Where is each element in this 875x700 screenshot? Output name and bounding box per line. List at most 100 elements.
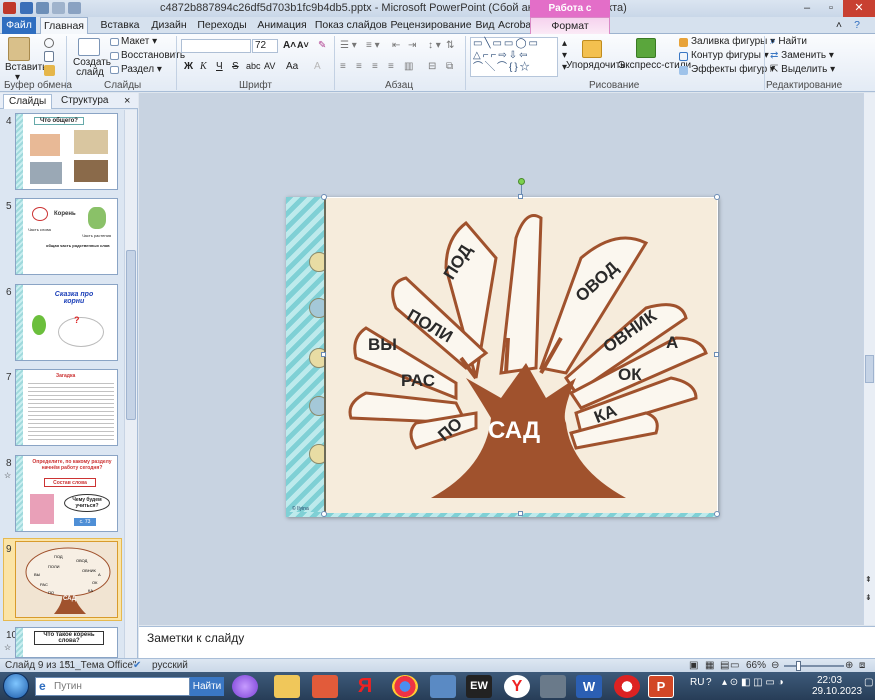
columns-icon[interactable]: ▥: [404, 61, 413, 72]
align-right-icon[interactable]: ≡: [372, 61, 378, 72]
zoom-in-icon[interactable]: ⊕: [845, 659, 853, 673]
search-button[interactable]: Найти: [190, 677, 224, 696]
slide-thumbnail-8[interactable]: Определите, по какому разделу начнём раб…: [15, 455, 118, 532]
tab-slideshow[interactable]: Показ слайдов: [313, 17, 389, 34]
spellcheck-icon[interactable]: ✔: [133, 659, 141, 673]
numbering-icon[interactable]: ≡ ▾: [366, 40, 380, 51]
chrome-icon[interactable]: [392, 675, 418, 698]
notes-pane[interactable]: [139, 626, 875, 658]
minimize-ribbon-icon[interactable]: ˄: [832, 17, 846, 34]
search-input[interactable]: e Путин: [35, 677, 190, 696]
resize-handle-tl[interactable]: [321, 194, 327, 200]
copy-icon[interactable]: [44, 51, 54, 62]
word-icon[interactable]: W: [576, 675, 602, 698]
font-name-field[interactable]: [181, 39, 251, 53]
rotation-handle[interactable]: [518, 178, 525, 185]
slide-thumbnail-7[interactable]: Загадка: [15, 369, 118, 446]
text-direction-icon[interactable]: ⇅: [446, 40, 454, 51]
text-shadow-button[interactable]: abc: [246, 61, 261, 71]
resize-handle-l[interactable]: [321, 352, 326, 357]
underline-button[interactable]: Ч: [216, 61, 223, 72]
tab-view[interactable]: Вид: [473, 17, 497, 34]
photos-icon[interactable]: [430, 675, 456, 698]
tab-format[interactable]: Формат: [530, 17, 610, 34]
slides-pane-scrollbar[interactable]: [124, 110, 137, 658]
tray-icons[interactable]: ▴ ⊙ ◧ ◫ ▭ ◑: [722, 677, 784, 688]
minimize-button[interactable]: –: [795, 0, 819, 17]
italic-button[interactable]: К: [200, 61, 207, 72]
strikethrough-button[interactable]: S: [232, 61, 239, 72]
powerpoint-app-icon[interactable]: [3, 2, 16, 14]
input-language[interactable]: RU: [690, 677, 704, 688]
zoom-slider[interactable]: [784, 661, 844, 671]
tab-animation[interactable]: Анимация: [252, 17, 312, 34]
scrollbar-thumb[interactable]: [865, 355, 874, 383]
slide-thumbnail-9[interactable]: САД ПОД ОВОД ПОЛИ ВЫ ОВНИК А РАС ОК ПО К…: [15, 541, 118, 618]
ew-app-icon[interactable]: EW: [466, 675, 492, 698]
powerpoint-taskbar-icon[interactable]: P: [648, 675, 674, 698]
tab-acrobat[interactable]: Acrobat: [498, 17, 534, 34]
save-icon[interactable]: [20, 2, 33, 14]
align-left-icon[interactable]: ≡: [340, 61, 346, 72]
undo-icon[interactable]: [36, 2, 49, 14]
resize-handle-tr[interactable]: [714, 194, 720, 200]
slide-thumbnail-5[interactable]: Корень Часть слова Часть растения общая …: [15, 198, 118, 275]
notes-placeholder[interactable]: Заметки к слайду: [147, 631, 244, 645]
scrollbar-thumb[interactable]: [126, 250, 136, 420]
tab-file[interactable]: Файл: [2, 17, 36, 34]
slideshow-view-icon[interactable]: ▭: [730, 659, 739, 673]
decrease-indent-icon[interactable]: ⇤: [392, 40, 400, 51]
tab-insert[interactable]: Вставка: [95, 17, 145, 34]
redo-icon[interactable]: [52, 2, 65, 14]
font-size-field[interactable]: 72: [252, 39, 278, 53]
start-button[interactable]: [3, 673, 29, 699]
bullets-icon[interactable]: ☰ ▾: [340, 40, 357, 51]
slide-sorter-icon[interactable]: ▦: [705, 659, 714, 673]
font-color-button[interactable]: A: [314, 61, 321, 72]
zoom-out-icon[interactable]: ⊖: [771, 659, 779, 673]
grow-font-icon[interactable]: A˄: [283, 40, 296, 51]
slide-area-scrollbar[interactable]: ⇞ ⇟: [863, 93, 875, 625]
slide-thumbnail-10[interactable]: Что такое корень слова?: [15, 627, 118, 658]
shape-effects-button[interactable]: Эффекты фигур ▾: [691, 64, 775, 75]
resize-handle-br[interactable]: [714, 511, 720, 517]
paste-icon[interactable]: [8, 37, 30, 61]
zoom-slider-thumb[interactable]: [796, 661, 801, 671]
zoom-level[interactable]: 66%: [746, 659, 766, 673]
previous-slide-icon[interactable]: ⇞: [865, 575, 872, 584]
shapes-gallery[interactable]: ▭╲▭▭◯▭ △⌐⌐⇨⇩⇦ ⌒╲⌒{}☆: [470, 37, 558, 77]
align-text-icon[interactable]: ⊟: [428, 61, 436, 72]
tab-transitions[interactable]: Переходы: [193, 17, 251, 34]
slide-thumbnail-4[interactable]: Что общего?: [15, 113, 118, 190]
layout-button[interactable]: Макет ▾: [121, 36, 157, 47]
bold-button[interactable]: Ж: [184, 61, 193, 72]
notification-icon[interactable]: ▢: [864, 677, 873, 688]
tab-outline[interactable]: Структура: [56, 94, 113, 109]
help-icon[interactable]: ?: [850, 17, 864, 34]
language[interactable]: русский: [152, 659, 188, 673]
window-app-icon[interactable]: [540, 675, 566, 698]
slideshow-from-start-icon[interactable]: [68, 2, 81, 14]
increase-indent-icon[interactable]: ⇥: [408, 40, 416, 51]
fit-to-window-icon[interactable]: ⧈: [859, 659, 865, 673]
theme-name[interactable]: "1_Тема Office": [66, 659, 136, 673]
close-window-button[interactable]: ✕: [843, 0, 875, 17]
opera-icon[interactable]: [614, 675, 640, 698]
align-center-icon[interactable]: ≡: [356, 61, 362, 72]
alice-icon[interactable]: [232, 675, 258, 698]
tab-slides[interactable]: Слайды: [3, 94, 53, 109]
new-slide-icon[interactable]: [78, 38, 100, 56]
resize-handle-t[interactable]: [518, 194, 523, 199]
tab-design[interactable]: Дизайн: [146, 17, 192, 34]
tab-review[interactable]: Рецензирование: [390, 17, 472, 34]
resize-handle-r[interactable]: [714, 352, 719, 357]
next-slide-icon[interactable]: ⇟: [865, 593, 872, 602]
cut-icon[interactable]: [44, 38, 54, 48]
character-spacing-button[interactable]: AV: [264, 61, 275, 71]
clear-formatting-icon[interactable]: ✎: [318, 40, 326, 51]
arrange-button[interactable]: Упорядочить: [566, 60, 626, 71]
slide-thumbnail-6[interactable]: Сказка про корни ?: [15, 284, 118, 361]
section-button[interactable]: Раздел ▾: [121, 64, 162, 75]
normal-view-icon[interactable]: ▣: [689, 659, 698, 673]
smartart-icon[interactable]: ⧉: [446, 61, 453, 72]
